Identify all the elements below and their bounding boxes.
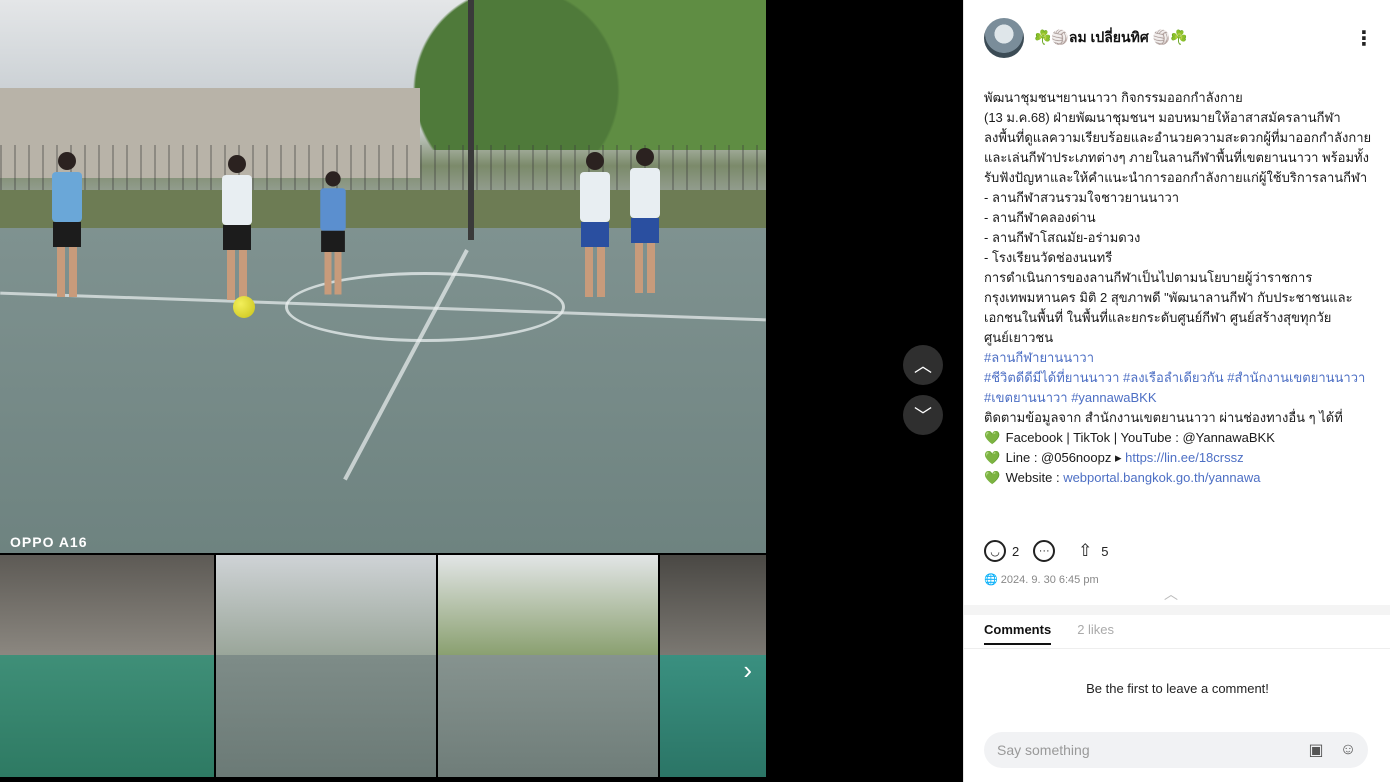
player-figure [320, 171, 346, 299]
post-panel: ☘️🏐ลม เปลี่ยนทิศ 🏐☘️ ⋮ พัฒนาชุมชนฯยานนาว… [963, 0, 1390, 782]
player-figure [630, 148, 660, 298]
player-figure [222, 155, 252, 305]
share-icon: ⇧ [1078, 541, 1093, 560]
hashtag-line[interactable]: #ชีวิตดีดีมีได้ที่ยานนาวา #ลงเรือลำเดียว… [984, 368, 1374, 408]
next-media-button[interactable]: ﹀ [903, 395, 943, 435]
follow-text: ติดตามข้อมูลจาก สำนักงานเขตยานนาวา ผ่านช… [984, 410, 1343, 425]
empty-comments-message: Be the first to leave a comment! [1086, 681, 1269, 696]
green-heart-icon: 💚 [984, 430, 1001, 445]
thumbnail-strip: › [0, 555, 766, 777]
comment-tabs: Comments 2 likes [984, 622, 1140, 645]
post-header: ☘️🏐ลม เปลี่ยนทิศ 🏐☘️ ⋮ [984, 18, 1374, 58]
post-stats: ◡ 2 ··· ⇧ 5 [984, 540, 1122, 562]
green-heart-icon: 💚 [984, 450, 1001, 465]
globe-icon: 🌐 [984, 574, 998, 586]
line-link[interactable]: https://lin.ee/18crssz [1125, 450, 1244, 465]
chevron-up-icon: ︿ [1164, 586, 1178, 602]
chevron-right-icon[interactable]: › [743, 655, 752, 686]
chevron-up-icon: ︿ [914, 356, 932, 376]
thumbnail[interactable] [0, 555, 214, 777]
collapse-button[interactable]: ︿ [1164, 584, 1178, 604]
comment-icon: ··· [1033, 540, 1056, 562]
thumbnail[interactable]: › [660, 555, 766, 777]
website-link[interactable]: webportal.bangkok.go.th/yannawa [1063, 470, 1260, 485]
comment-input[interactable] [997, 742, 1287, 758]
post-date: 🌐 2024. 9. 30 6:45 pm [984, 574, 1099, 586]
smile-icon: ◡ [984, 540, 1006, 562]
share-button[interactable]: ⇧ 5 [1075, 540, 1108, 562]
camera-watermark: OPPO A16 [10, 534, 88, 550]
previous-media-button[interactable]: ︿ [903, 345, 943, 385]
reactions-button[interactable]: ◡ 2 [984, 540, 1019, 562]
thumbnail[interactable] [438, 555, 658, 777]
more-vertical-icon[interactable]: ⋮ [1354, 26, 1374, 51]
line-line: 💚 Line : @056noopz ▸ https://lin.ee/18cr… [984, 448, 1374, 468]
website-line: 💚 Website : webportal.bangkok.go.th/yann… [984, 468, 1374, 488]
photo-pole [468, 0, 474, 240]
player-figure [580, 152, 610, 302]
shares-count: 5 [1101, 543, 1109, 559]
tab-divider [964, 648, 1390, 649]
post-text: พัฒนาชุมชนฯยานนาวา กิจกรรมออกกำลังกาย (1… [984, 90, 1372, 345]
chevron-down-icon: ﹀ [914, 406, 932, 426]
football [233, 296, 255, 318]
hashtag-line[interactable]: #ลานกีฬายานนาวา [984, 348, 1374, 368]
tab-comments[interactable]: Comments [984, 622, 1052, 645]
thumbnail[interactable] [216, 555, 436, 777]
post-body: พัฒนาชุมชนฯยานนาวา กิจกรรมออกกำลังกาย (1… [984, 88, 1374, 488]
player-figure [52, 152, 82, 302]
section-divider [964, 605, 1390, 615]
green-heart-icon: 💚 [984, 470, 1001, 485]
emoji-icon[interactable]: ☺ [1338, 740, 1358, 760]
tab-likes[interactable]: 2 likes [1077, 622, 1114, 645]
comment-button[interactable]: ··· [1033, 540, 1061, 562]
media-viewer: OPPO A16 › ︿ ﹀ [0, 0, 963, 782]
reactions-count: 2 [1012, 543, 1020, 559]
social-line: 💚 Facebook | TikTok | YouTube : @Yannawa… [984, 428, 1374, 448]
comment-input-bar: ▣ ☺ [984, 732, 1368, 768]
author-name[interactable]: ☘️🏐ลม เปลี่ยนทิศ 🏐☘️ [1034, 27, 1187, 49]
main-photo[interactable]: OPPO A16 [0, 0, 766, 553]
image-icon[interactable]: ▣ [1306, 740, 1326, 760]
avatar[interactable] [984, 18, 1024, 58]
